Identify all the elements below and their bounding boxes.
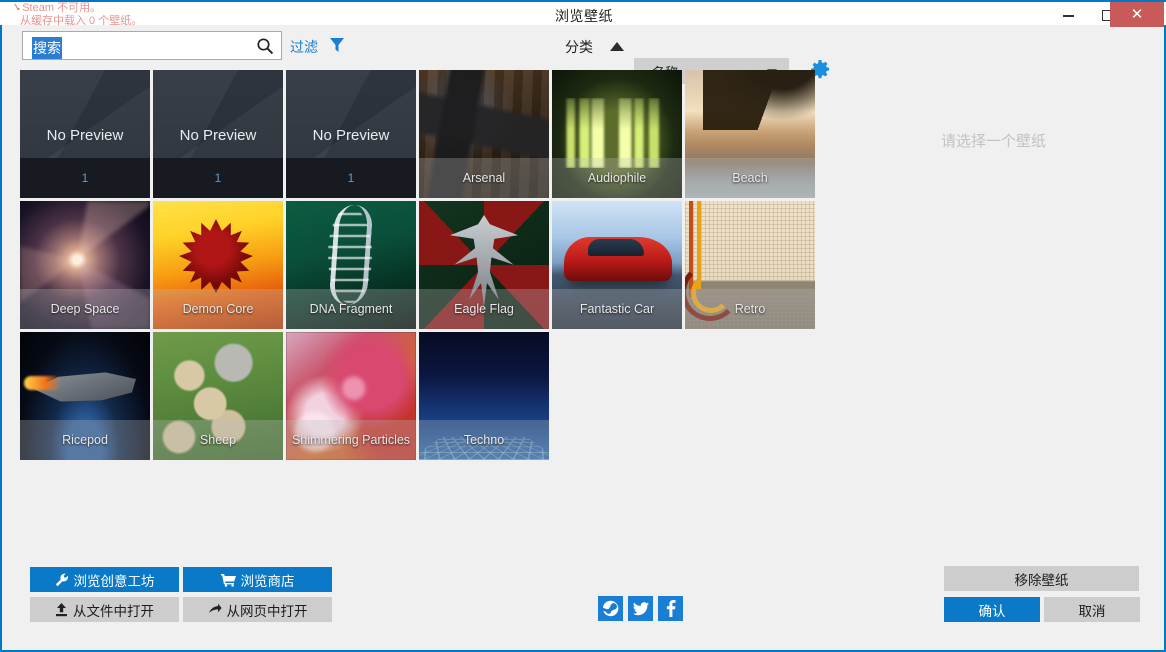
search-input-value: 搜索 (32, 37, 62, 59)
tile-label: Audiophile (588, 171, 646, 185)
minimize-button[interactable] (1046, 4, 1090, 27)
tile-footer: 1 (20, 158, 150, 198)
cart-icon (221, 573, 236, 587)
tile-label-band: Ricepod (20, 420, 150, 460)
twitter-icon[interactable] (628, 596, 653, 621)
wallpaper-tile[interactable]: Fantastic Car (552, 201, 682, 329)
check-icon: ✓ (11, 2, 22, 16)
wallpaper-tile[interactable]: Beach (685, 70, 815, 198)
open-from-web-button[interactable]: 从网页中打开 (183, 597, 332, 622)
preview-pane: 请选择一个壁纸 (827, 70, 1160, 490)
tile-label-band: Deep Space (20, 289, 150, 329)
sort-label: 分类 (565, 37, 593, 57)
cancel-button[interactable]: 取消 (1044, 597, 1140, 622)
filter-icon[interactable] (329, 37, 345, 53)
tile-label: DNA Fragment (310, 302, 393, 316)
remove-wallpaper-button[interactable]: 移除壁纸 (944, 566, 1139, 591)
no-preview-label: No Preview (153, 127, 283, 144)
browse-workshop-label: 浏览创意工坊 (74, 570, 155, 590)
upload-icon (55, 603, 68, 617)
cancel-label: 取消 (1079, 600, 1106, 620)
tile-label: Eagle Flag (454, 302, 514, 316)
wallpaper-tile[interactable]: Ricepod (20, 332, 150, 460)
tile-label-band: Retro (685, 289, 815, 329)
wallpaper-tile[interactable]: Eagle Flag (419, 201, 549, 329)
steam-icon[interactable] (598, 596, 623, 621)
search-icon[interactable] (256, 37, 274, 55)
tile-label: Shimmering Particles (292, 433, 410, 447)
no-preview-art (286, 70, 416, 158)
tile-label-band: Demon Core (153, 289, 283, 329)
no-preview-art (20, 70, 150, 158)
wallpaper-tile[interactable]: Shimmering Particles (286, 332, 416, 460)
tile-label-band: Fantastic Car (552, 289, 682, 329)
tile-label: Fantastic Car (580, 302, 654, 316)
wrench-icon (55, 573, 69, 587)
wallpaper-tile[interactable]: Retro (685, 201, 815, 329)
tile-footer: 1 (286, 158, 416, 198)
wallpaper-tile[interactable]: Sheep (153, 332, 283, 460)
tile-label: Techno (464, 433, 504, 447)
tile-label: Ricepod (62, 433, 108, 447)
browse-workshop-button[interactable]: 浏览创意工坊 (30, 567, 179, 592)
facebook-icon[interactable] (658, 596, 683, 621)
wallpaper-tile[interactable]: Deep Space (20, 201, 150, 329)
tile-label: Retro (735, 302, 766, 316)
tile-label-band: Arsenal (419, 158, 549, 198)
open-from-file-label: 从文件中打开 (73, 600, 154, 620)
wallpaper-tile[interactable]: No Preview 1 (286, 70, 416, 198)
wallpaper-tile[interactable]: DNA Fragment (286, 201, 416, 329)
browse-wallpapers-window: 浏览壁纸 ✕ ✓Steam 不可用。 从缓存中载入 0 个壁纸。 搜索 过滤 (0, 0, 1166, 652)
tile-label-band: Sheep (153, 420, 283, 460)
wallpaper-tile[interactable]: Arsenal (419, 70, 549, 198)
open-from-file-button[interactable]: 从文件中打开 (30, 597, 179, 622)
tile-count: 1 (215, 171, 222, 185)
close-icon: ✕ (1131, 7, 1144, 22)
steam-status-line-1: ✓Steam 不可用。 (12, 2, 142, 15)
arrow-right-icon (208, 603, 222, 617)
tile-label: Demon Core (183, 302, 254, 316)
browse-store-button[interactable]: 浏览商店 (183, 567, 332, 592)
tile-label: Deep Space (51, 302, 120, 316)
tile-label-band: Eagle Flag (419, 289, 549, 329)
no-preview-label: No Preview (20, 127, 150, 144)
close-button[interactable]: ✕ (1110, 2, 1164, 27)
search-input[interactable]: 搜索 (22, 31, 282, 60)
tile-count: 1 (348, 171, 355, 185)
tile-label-band: Techno (419, 420, 549, 460)
no-preview-label: No Preview (286, 127, 416, 144)
tile-label-band: Shimmering Particles (286, 420, 416, 460)
minimize-icon (1063, 15, 1074, 17)
tile-label: Arsenal (463, 171, 505, 185)
tile-label-band: DNA Fragment (286, 289, 416, 329)
confirm-label: 确认 (979, 600, 1006, 620)
open-from-web-label: 从网页中打开 (227, 600, 308, 620)
tile-label-band: Beach (685, 158, 815, 198)
social-links (598, 596, 683, 621)
tile-label-band: Audiophile (552, 158, 682, 198)
sort-ascending-icon[interactable] (610, 42, 624, 51)
title-bar: 浏览壁纸 ✕ (0, 0, 1166, 25)
wallpaper-tile[interactable]: Audiophile (552, 70, 682, 198)
browse-store-label: 浏览商店 (241, 570, 295, 590)
remove-wallpaper-label: 移除壁纸 (1015, 569, 1069, 589)
wallpaper-tile[interactable]: No Preview 1 (153, 70, 283, 198)
wallpaper-tile[interactable]: Demon Core (153, 201, 283, 329)
window-title: 浏览壁纸 (555, 6, 613, 26)
wallpaper-tile[interactable]: No Preview 1 (20, 70, 150, 198)
wallpaper-tile[interactable]: Techno (419, 332, 549, 460)
filter-label[interactable]: 过滤 (290, 37, 318, 57)
toolbar: 搜索 过滤 分类 名称 (2, 25, 1164, 65)
preview-placeholder: 请选择一个壁纸 (827, 130, 1160, 151)
tile-count: 1 (82, 171, 89, 185)
tile-label: Sheep (200, 433, 236, 447)
no-preview-art (153, 70, 283, 158)
tile-label: Beach (732, 171, 767, 185)
tile-footer: 1 (153, 158, 283, 198)
confirm-button[interactable]: 确认 (944, 597, 1040, 622)
